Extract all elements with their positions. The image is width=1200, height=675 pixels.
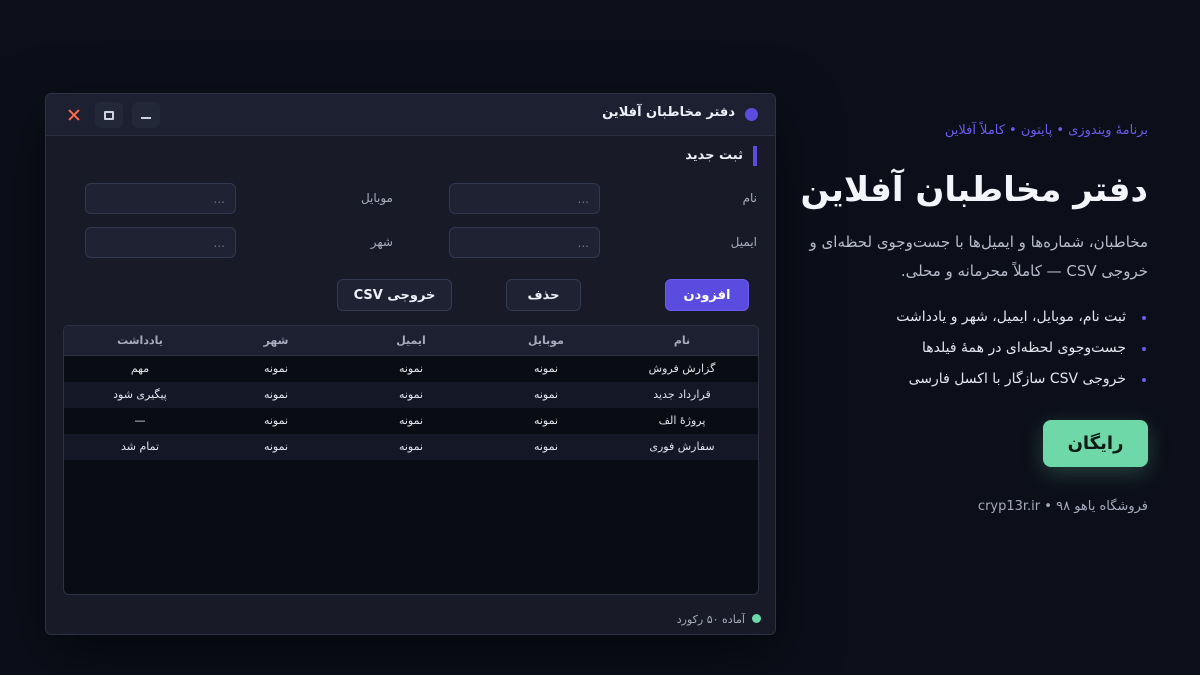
- feature-text: جست‌وجوی لحظه‌ای در همهٔ فیلدها: [922, 340, 1126, 356]
- table-header: نام موبایل ایمیل شهر یادداشت: [64, 326, 758, 356]
- mobile-label: موبایل: [360, 191, 393, 205]
- delete-button[interactable]: حذف: [506, 279, 581, 311]
- city-label: شهر: [370, 235, 393, 249]
- table-cell: نمونه: [398, 440, 424, 453]
- column-header[interactable]: موبایل: [478, 334, 614, 347]
- bullet-icon: [1142, 378, 1146, 382]
- table-cell: نمونه: [263, 362, 289, 375]
- name-input[interactable]: [449, 183, 600, 214]
- export-csv-button[interactable]: خروجی CSV: [337, 279, 452, 311]
- table-cell: نمونه: [263, 440, 289, 453]
- feature-item: خروجی CSV سازگار با اکسل فارسی: [896, 364, 1148, 395]
- promo-description: مخاطبان، شماره‌ها و ایمیل‌ها با جست‌وجوی…: [809, 233, 1148, 280]
- feature-text: خروجی CSV سازگار با اکسل فارسی: [908, 371, 1126, 387]
- table-cell: نمونه: [398, 388, 424, 401]
- minimize-button[interactable]: [132, 102, 160, 128]
- table-cell: نمونه: [533, 414, 559, 427]
- footer-note: فروشگاه یاهو ۹۸ • cryp13r.ir: [977, 499, 1148, 514]
- add-button[interactable]: افزودن: [665, 279, 749, 311]
- table-cell: مهم: [130, 362, 150, 375]
- title-bar: دفتر مخاطبان آفلاین: [46, 94, 775, 136]
- column-header[interactable]: ایمیل: [343, 334, 479, 347]
- feature-text: ثبت نام، موبایل، ایمیل، شهر و یادداشت: [896, 309, 1126, 325]
- app-window: دفتر مخاطبان آفلاین ثبت جدید نام موبایل …: [45, 93, 776, 635]
- table-cell: نمونه: [398, 362, 424, 375]
- free-download-button[interactable]: رایگان: [1043, 420, 1148, 467]
- contacts-table[interactable]: نام موبایل ایمیل شهر یادداشت گزارش فروش …: [63, 325, 759, 595]
- column-header[interactable]: یادداشت: [72, 334, 208, 347]
- window-title: دفتر مخاطبان آفلاین: [602, 105, 735, 120]
- table-row[interactable]: سفارش فوری نمونه نمونه نمونه تمام شد: [64, 434, 758, 460]
- close-button[interactable]: [60, 102, 88, 128]
- table-cell: تمام شد: [120, 440, 160, 453]
- feature-item: جست‌وجوی لحظه‌ای در همهٔ فیلدها: [896, 333, 1148, 364]
- column-header[interactable]: نام: [614, 334, 750, 347]
- status-bar: آماده ۵۰ رکورد: [46, 606, 775, 634]
- promo-title: دفتر مخاطبان آفلاین: [800, 170, 1148, 210]
- status-text: آماده ۵۰ رکورد: [676, 613, 745, 626]
- status-indicator-icon: [752, 614, 761, 623]
- maximize-button[interactable]: [95, 102, 123, 128]
- feature-item: ثبت نام، موبایل، ایمیل، شهر و یادداشت: [896, 302, 1148, 333]
- table-cell: نمونه: [263, 388, 289, 401]
- name-label: نام: [742, 191, 757, 205]
- feature-list: ثبت نام، موبایل، ایمیل، شهر و یادداشت جس…: [896, 302, 1148, 395]
- table-cell: گزارش فروش: [648, 362, 716, 375]
- mobile-input[interactable]: [85, 183, 236, 214]
- section-title: ثبت جدید: [685, 146, 757, 166]
- table-cell: پیگیری شود: [113, 388, 167, 401]
- table-cell: سفارش فوری: [649, 440, 715, 453]
- table-cell: پروژهٔ الف: [658, 414, 706, 427]
- table-row[interactable]: گزارش فروش نمونه نمونه نمونه مهم: [64, 356, 758, 382]
- maximize-icon: [104, 110, 114, 120]
- table-cell: نمونه: [533, 362, 559, 375]
- bullet-icon: [1142, 316, 1146, 320]
- table-cell: —: [134, 414, 146, 427]
- table-row[interactable]: پروژهٔ الف نمونه نمونه نمونه —: [64, 408, 758, 434]
- table-cell: نمونه: [533, 440, 559, 453]
- table-row[interactable]: قرارداد جدید نمونه نمونه نمونه پیگیری شو…: [64, 382, 758, 408]
- minimize-icon: [141, 117, 151, 119]
- bullet-icon: [1142, 347, 1146, 351]
- column-header[interactable]: شهر: [208, 334, 344, 347]
- table-cell: نمونه: [398, 414, 424, 427]
- email-input[interactable]: [449, 227, 600, 258]
- app-logo-icon: [745, 108, 758, 121]
- close-icon: [68, 109, 80, 121]
- promo-kicker: برنامهٔ ویندوزی • پایتون • کاملاً آفلاین: [944, 123, 1148, 138]
- city-input[interactable]: [85, 227, 236, 258]
- table-cell: نمونه: [533, 388, 559, 401]
- email-label: ایمیل: [730, 235, 757, 249]
- table-cell: قرارداد جدید: [653, 388, 711, 401]
- table-cell: نمونه: [263, 414, 289, 427]
